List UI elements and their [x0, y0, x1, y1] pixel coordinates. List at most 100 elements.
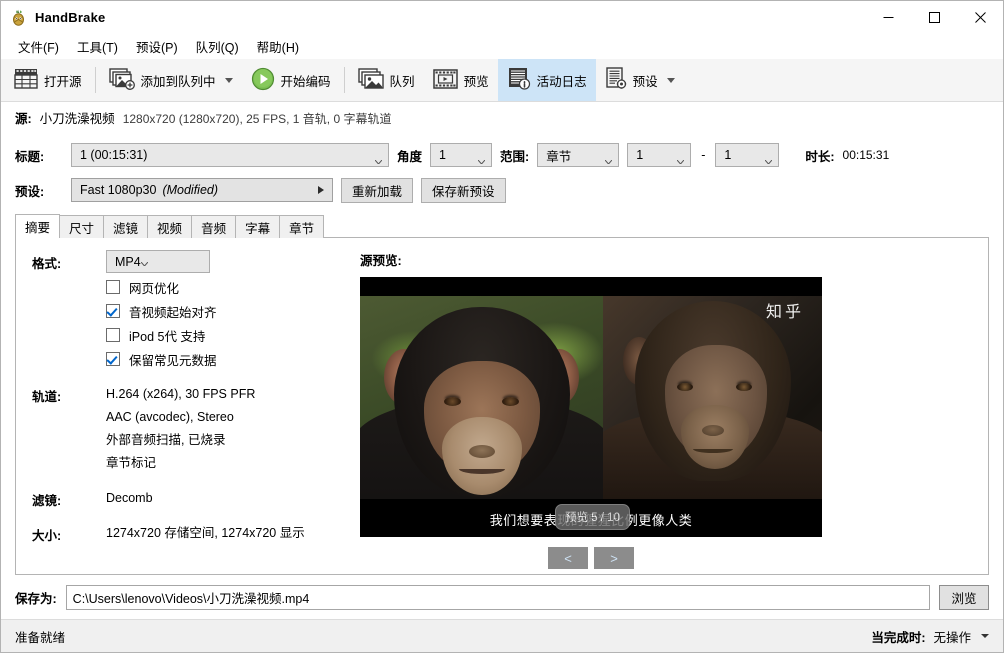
- main-toolbar: 打开源 添加到队列中: [1, 59, 1003, 102]
- checkbox-row-web-optimized[interactable]: 网页优化: [106, 275, 354, 299]
- queue-stack-icon: [358, 68, 384, 93]
- chevron-down-icon-chapter-end: [765, 153, 772, 157]
- ipod-support-label: iPod 5代 支持: [129, 326, 205, 345]
- status-message: 准备就绪: [15, 627, 65, 646]
- preview-left-photo: [360, 277, 603, 537]
- play-green-icon: [251, 67, 275, 94]
- preview-left-eye-right: [502, 397, 519, 406]
- tab-audio[interactable]: 音频: [191, 215, 236, 238]
- chevron-down-icon-presets[interactable]: [667, 78, 675, 83]
- chevron-down-icon[interactable]: [225, 78, 233, 83]
- chapter-start-value: 1: [636, 148, 643, 162]
- browse-button[interactable]: 浏览: [939, 585, 989, 610]
- angle-label: 角度: [397, 146, 422, 165]
- preset-select[interactable]: Fast 1080p30 (Modified): [71, 178, 333, 202]
- chevron-down-icon-when-done[interactable]: [981, 634, 989, 638]
- toolbar-open-source-button[interactable]: 打开源: [5, 59, 91, 101]
- chevron-right-icon-preset: [318, 186, 324, 194]
- format-label: 格式:: [32, 250, 106, 273]
- preset-document-gear-icon: [605, 67, 627, 93]
- save-new-preset-button[interactable]: 保存新预设: [421, 178, 506, 203]
- format-options: 网页优化 音视频起始对齐 iPod 5代 支持 保留常见元数据: [106, 275, 354, 371]
- chevron-down-icon-title: [375, 153, 382, 157]
- checkbox-row-passthru-metadata[interactable]: 保留常见元数据: [106, 347, 354, 371]
- ipod-support-checkbox[interactable]: [106, 328, 120, 342]
- preview-label: 源预览:: [360, 250, 988, 269]
- reload-preset-button[interactable]: 重新加载: [341, 178, 413, 203]
- toolbar-add-to-queue-label: 添加到队列中: [141, 71, 216, 90]
- toolbar-activity-log-label: 活动日志: [537, 71, 587, 90]
- summary-gap-2: [32, 477, 354, 487]
- align-av-start-label: 音视频起始对齐: [129, 302, 217, 321]
- minimize-button[interactable]: [865, 2, 911, 33]
- tab-subtitles[interactable]: 字幕: [235, 215, 280, 238]
- menu-item-help[interactable]: 帮助(H): [248, 34, 308, 59]
- tab-filters[interactable]: 滤镜: [103, 215, 148, 238]
- align-av-start-checkbox[interactable]: [106, 304, 120, 318]
- window-title: HandBrake: [35, 10, 105, 25]
- preview-section: 源预览:: [354, 250, 988, 574]
- tab-dimensions[interactable]: 尺寸: [59, 215, 104, 238]
- source-preview-image[interactable]: 知乎 我们想要表现的猩猩比例更像人类 预览 5 / 10: [360, 277, 822, 537]
- menu-item-presets[interactable]: 预设(P): [127, 34, 187, 59]
- passthru-metadata-checkbox[interactable]: [106, 352, 120, 366]
- track-item-audio: AAC (avcodec), Stereo: [106, 406, 354, 429]
- format-options-row: 网页优化 音视频起始对齐 iPod 5代 支持 保留常见元数据: [32, 275, 354, 371]
- menu-item-tools[interactable]: 工具(T): [68, 34, 127, 59]
- source-row: 源: 小刀洗澡视频 1280x720 (1280x720), 25 FPS, 1…: [15, 102, 989, 138]
- chapter-start-select[interactable]: 1: [627, 143, 691, 167]
- toolbar-open-source-label: 打开源: [44, 71, 82, 90]
- chapter-end-value: 1: [724, 148, 731, 162]
- chevron-down-icon-angle: [478, 153, 485, 157]
- toolbar-presets-label: 预设: [633, 71, 658, 90]
- toolbar-queue-button[interactable]: 队列: [349, 59, 424, 101]
- preview-navigation: < >: [360, 547, 822, 569]
- filters-row: 滤镜: Decomb: [32, 487, 354, 510]
- tab-strip: 摘要 尺寸 滤镜 视频 音频 字幕 章节: [15, 214, 989, 238]
- tab-chapters[interactable]: 章节: [279, 215, 324, 238]
- close-button[interactable]: [957, 2, 1003, 33]
- web-optimized-checkbox[interactable]: [106, 280, 120, 294]
- save-as-row: 保存为: C:\Users\lenovo\Videos\小刀洗澡视频.mp4 浏…: [1, 575, 1003, 619]
- toolbar-preview-button[interactable]: 预览: [424, 59, 498, 101]
- format-options-spacer: [32, 275, 106, 371]
- status-bar: 准备就绪 当完成时: 无操作: [1, 619, 1003, 652]
- menu-item-queue[interactable]: 队列(Q): [187, 34, 248, 59]
- filters-label: 滤镜:: [32, 487, 106, 510]
- chevron-down-icon-range: [605, 153, 612, 157]
- checkbox-row-ipod-support[interactable]: iPod 5代 支持: [106, 323, 354, 347]
- toolbar-add-to-queue-button[interactable]: 添加到队列中: [100, 59, 242, 101]
- preset-modified-flag: (Modified): [162, 183, 218, 197]
- toolbar-presets-button[interactable]: 预设: [596, 59, 684, 101]
- summary-gap-3: [32, 512, 354, 522]
- source-name: 小刀洗澡视频: [40, 108, 115, 127]
- tab-video[interactable]: 视频: [147, 215, 192, 238]
- filters-value: Decomb: [106, 487, 354, 510]
- summary-gap-1: [32, 373, 354, 383]
- source-label: 源:: [15, 108, 32, 127]
- summary-tab-panel: 格式: MP4: [15, 237, 989, 575]
- when-done-control[interactable]: 当完成时: 无操作: [871, 627, 989, 646]
- chapter-end-select[interactable]: 1: [715, 143, 779, 167]
- checkbox-row-align-av-start[interactable]: 音视频起始对齐: [106, 299, 354, 323]
- title-select[interactable]: 1 (00:15:31): [71, 143, 389, 167]
- toolbar-start-encode-button[interactable]: 开始编码: [242, 59, 340, 101]
- save-as-label: 保存为:: [15, 588, 57, 607]
- format-select[interactable]: MP4: [106, 250, 210, 273]
- save-path-input[interactable]: C:\Users\lenovo\Videos\小刀洗澡视频.mp4: [66, 585, 930, 610]
- track-item-subtitle: 外部音频扫描, 已烧录: [106, 429, 354, 452]
- toolbar-activity-log-button[interactable]: 活动日志: [498, 59, 596, 101]
- menu-item-file[interactable]: 文件(F): [9, 34, 68, 59]
- preview-right-eye-left: [677, 383, 693, 391]
- preview-next-button[interactable]: >: [594, 547, 634, 569]
- tab-summary[interactable]: 摘要: [15, 214, 60, 238]
- range-select[interactable]: 章节: [537, 143, 619, 167]
- toolbar-start-encode-label: 开始编码: [281, 71, 331, 90]
- preview-letterbox-top: [360, 277, 822, 296]
- angle-select[interactable]: 1: [430, 143, 492, 167]
- maximize-button[interactable]: [911, 2, 957, 33]
- preview-prev-button[interactable]: <: [548, 547, 588, 569]
- range-select-value: 章节: [546, 146, 571, 165]
- tracks-list: H.264 (x264), 30 FPS PFR AAC (avcodec), …: [106, 383, 354, 475]
- chevron-down-icon-format: [141, 255, 148, 269]
